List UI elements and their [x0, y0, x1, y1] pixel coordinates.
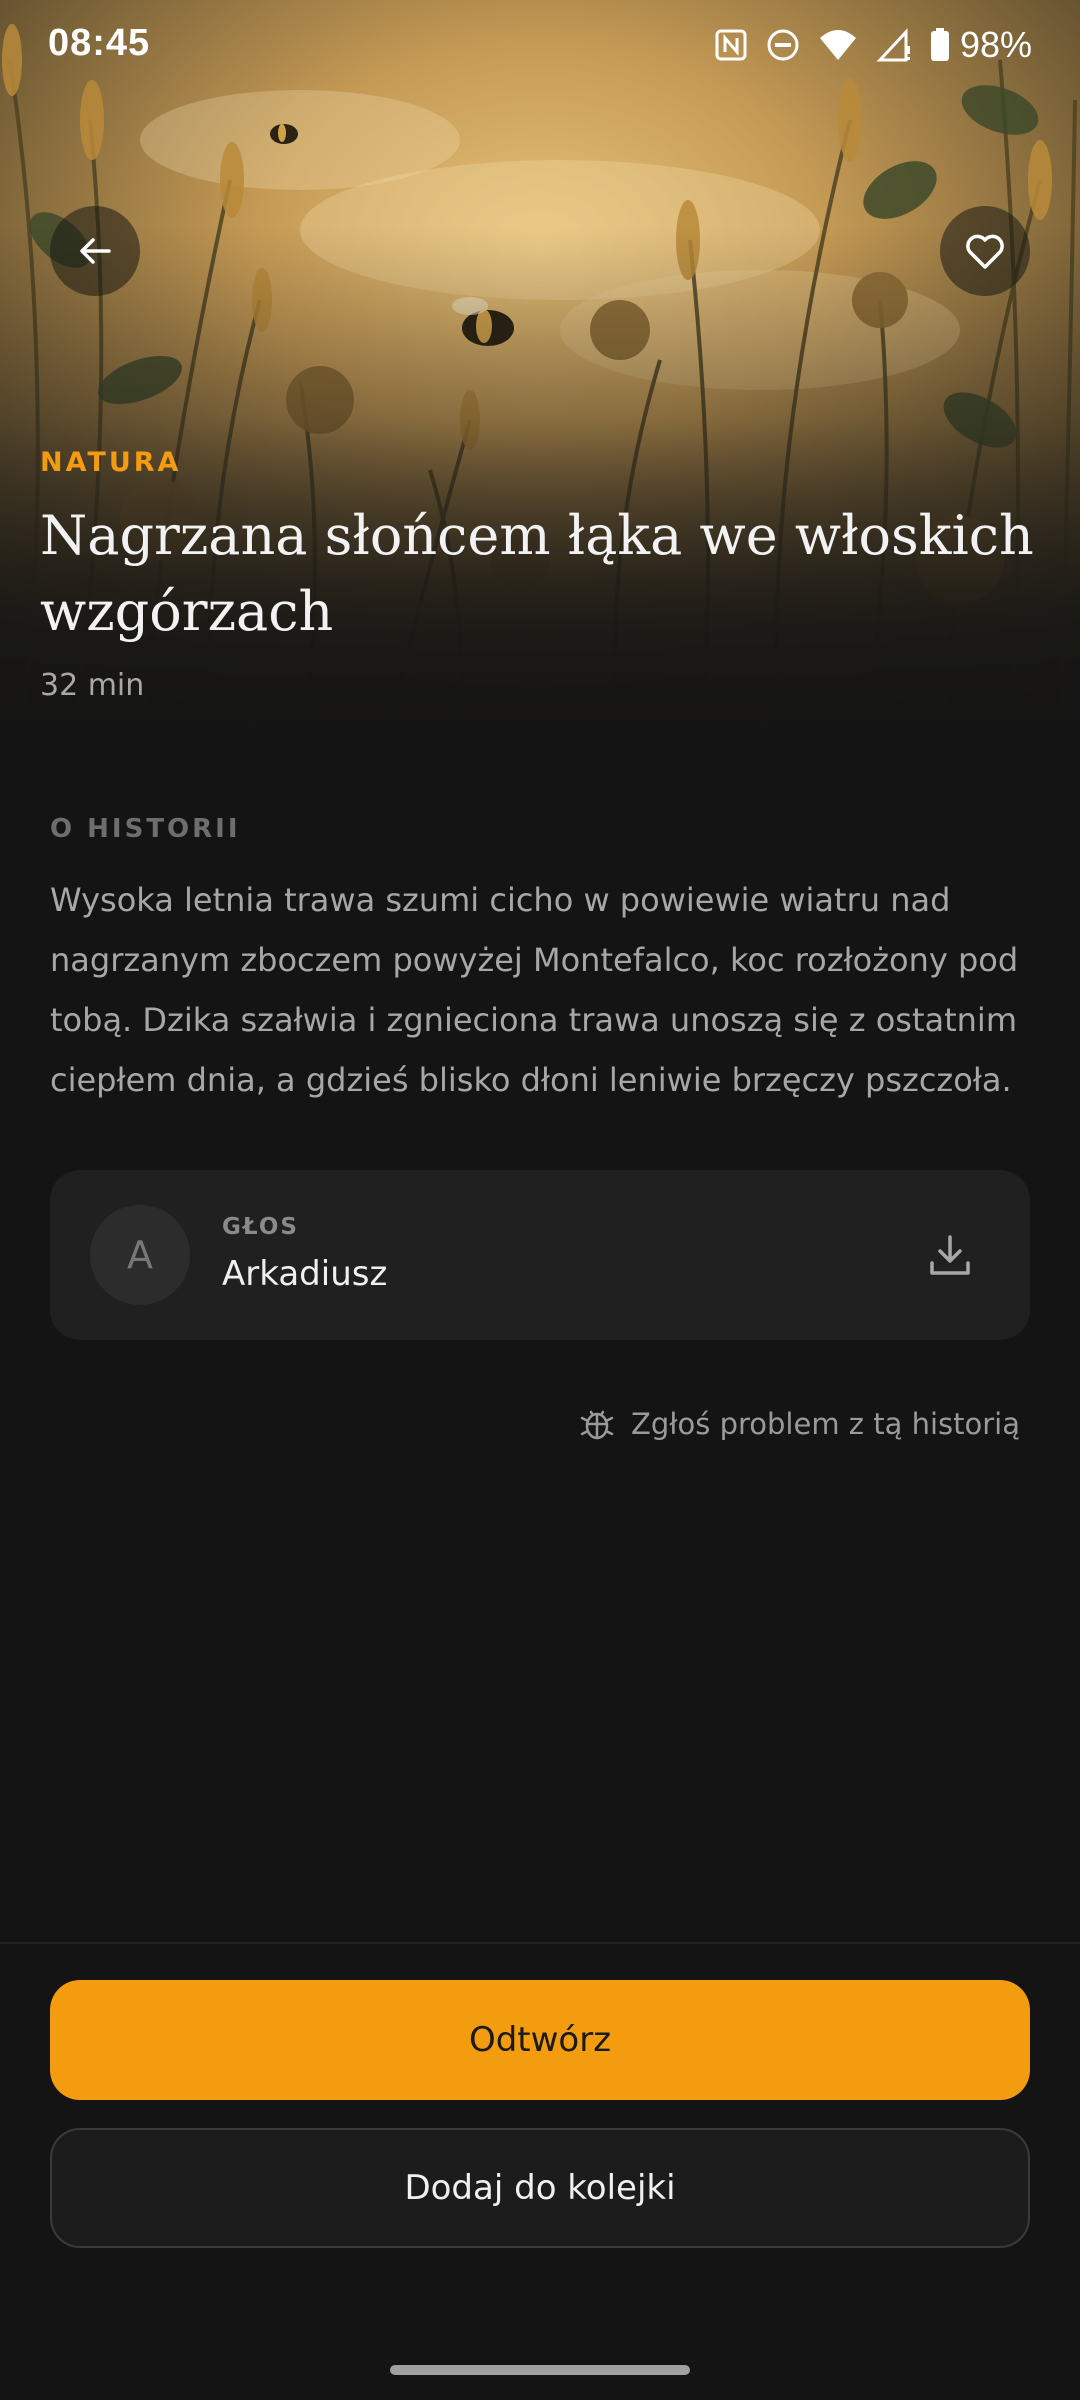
- battery-percentage: 98%: [959, 24, 1032, 65]
- story-description: Wysoka letnia trawa szumi cicho w powiew…: [50, 881, 1019, 1099]
- story-category: NATURA: [40, 447, 182, 478]
- bug-icon: [580, 1410, 614, 1440]
- voice-card: A GŁOS Arkadiusz: [50, 1170, 1030, 1340]
- nfc-icon: [714, 28, 748, 62]
- story-detail-screen: 08:45 98% NATURA Nagrzana słońcem łąka w…: [0, 0, 1080, 2400]
- play-button[interactable]: Odtwórz: [50, 1980, 1030, 2100]
- home-indicator[interactable]: [390, 2365, 690, 2375]
- about-section-label: O HISTORII: [50, 814, 241, 844]
- download-icon: [930, 1235, 970, 1275]
- dnd-icon: [766, 28, 800, 62]
- status-icons: 98%: [714, 24, 1032, 66]
- heart-outline-icon: [966, 234, 1004, 269]
- voice-label: GŁOS: [222, 1214, 299, 1240]
- status-bar: 08:45 98%: [0, 0, 1080, 90]
- story-title: Nagrzana słońcem łąka we włoskich wzgórz…: [40, 504, 1034, 643]
- battery-icon: [930, 28, 950, 62]
- arrow-left-icon: [80, 238, 111, 264]
- favorite-button[interactable]: [940, 206, 1030, 296]
- add-to-queue-button[interactable]: Dodaj do kolejki: [50, 2128, 1030, 2248]
- bottom-divider: [0, 1942, 1080, 1944]
- wifi-icon: [818, 28, 858, 62]
- voice-avatar: A: [90, 1205, 190, 1305]
- report-problem-label: Zgłoś problem z tą historią: [630, 1407, 1020, 1441]
- story-duration: 32 min: [40, 668, 145, 703]
- back-button[interactable]: [50, 206, 140, 296]
- signal-icon: [876, 28, 912, 62]
- download-button[interactable]: [910, 1215, 990, 1295]
- status-time: 08:45: [48, 22, 151, 64]
- voice-name: Arkadiusz: [222, 1254, 388, 1294]
- report-problem-link[interactable]: Zgłoś problem z tą historią: [579, 1406, 1020, 1442]
